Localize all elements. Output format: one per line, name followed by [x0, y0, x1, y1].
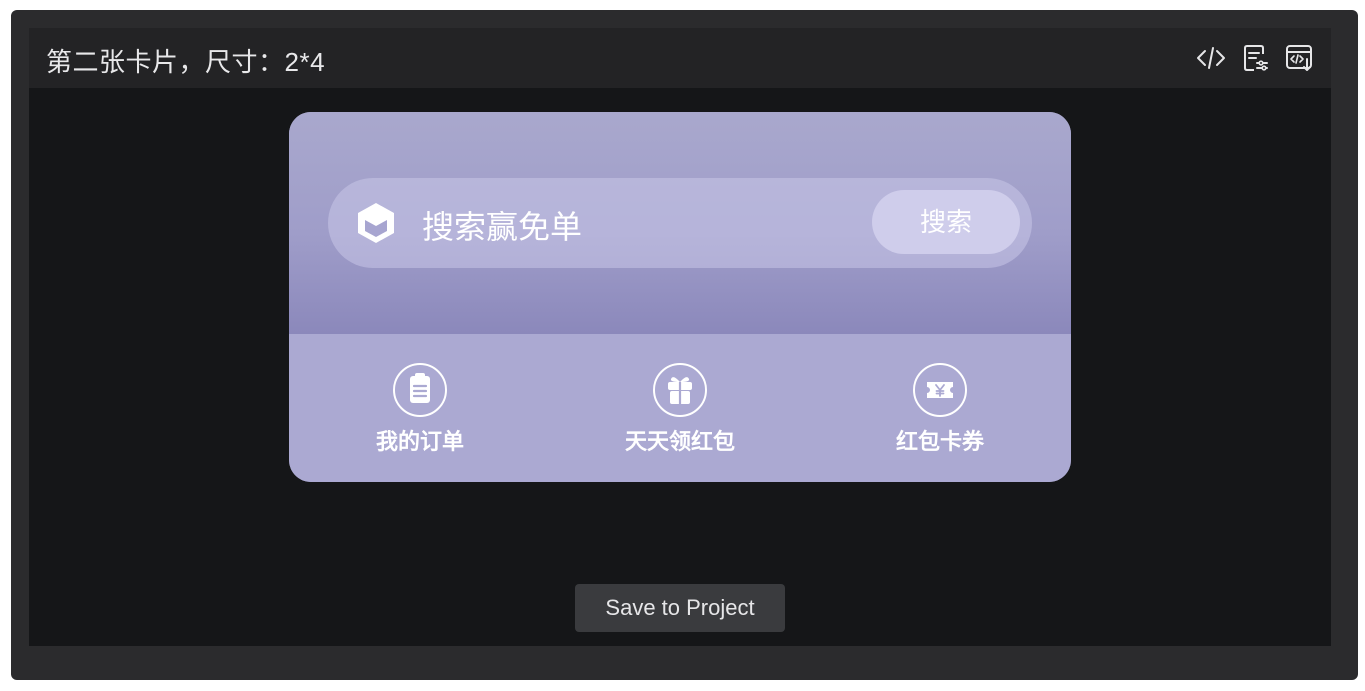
preview-title: 第二张卡片，尺寸：2*4 [46, 47, 326, 77]
shortcut-my-orders[interactable]: 我的订单 [340, 362, 500, 462]
shortcut-daily-red-packet[interactable]: 天天领红包 [600, 362, 760, 462]
shortcut-coupons[interactable]: 红包卡券 [860, 362, 1020, 462]
app-logo-icon [354, 200, 398, 246]
config-doc-icon[interactable] [1239, 42, 1271, 74]
widget-preview-window: 第二张卡片，尺寸：2*4 搜索赢免单 搜索 我的订单 天天领红包 红包卡券 Sa… [11, 10, 1358, 680]
code-icon[interactable] [1195, 42, 1227, 74]
search-placeholder: 搜索赢免单 [422, 209, 583, 245]
shortcut-label: 天天领红包 [624, 429, 735, 454]
shortcut-label: 红包卡券 [895, 429, 984, 454]
search-button[interactable]: 搜索 [872, 190, 1020, 254]
export-code-icon[interactable] [1283, 42, 1315, 74]
clipboard-icon [393, 363, 447, 417]
ticket-icon [913, 363, 967, 417]
card-search-area: 搜索赢免单 搜索 [289, 112, 1071, 334]
widget-card: 搜索赢免单 搜索 我的订单 天天领红包 红包卡券 [289, 112, 1071, 482]
preview-header: 第二张卡片，尺寸：2*4 [29, 28, 1331, 88]
shortcut-label: 我的订单 [375, 429, 464, 454]
save-to-project-button[interactable]: Save to Project [575, 584, 785, 632]
gift-icon [653, 363, 707, 417]
card-shortcuts: 我的订单 天天领红包 红包卡券 [289, 334, 1071, 482]
preview-canvas: 搜索赢免单 搜索 我的订单 天天领红包 红包卡券 Save to Project [29, 88, 1331, 646]
header-toolbar [1195, 42, 1315, 74]
search-bar[interactable]: 搜索赢免单 搜索 [328, 178, 1032, 268]
